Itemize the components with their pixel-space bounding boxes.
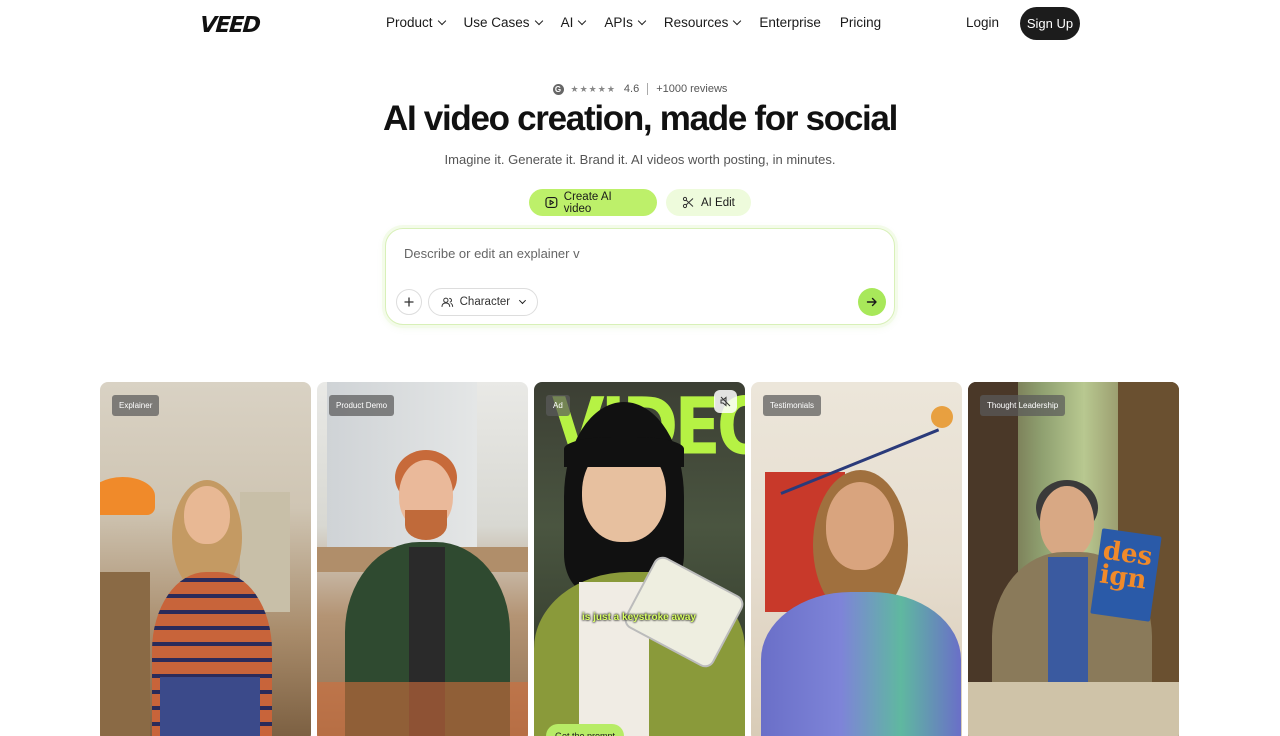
chevron-down-icon [733,16,742,25]
nav-item-label: Product [386,15,433,30]
ai-edit-button[interactable]: AI Edit [666,189,751,216]
card-testimonials[interactable]: Testimonials [751,382,962,736]
create-ai-video-button[interactable]: Create AI video [529,189,657,216]
login-link[interactable]: Login [966,15,999,30]
chevron-down-icon [437,16,446,25]
chevron-down-icon [519,296,527,304]
create-ai-video-label: Create AI video [563,190,612,215]
nav-item-label: AI [560,15,574,30]
page-subtitle: Imagine it. Generate it. Brand it. AI vi… [444,152,836,167]
card-tag: Testimonials [763,395,822,416]
stars-icon: ★★★★★ [570,83,616,94]
nav-item-resources[interactable]: Resources [663,15,742,30]
top-nav: VEED Product Use Cases AI APIs Resources… [0,0,1280,46]
character-select[interactable]: Character [428,288,538,316]
nav-item-use-cases[interactable]: Use Cases [463,15,543,30]
chevron-down-icon [637,16,647,25]
get-the-prompt-button[interactable]: Get the prompt [546,724,625,736]
sparkle-edit-icon [682,196,694,209]
book-graphic: des ign [1090,528,1162,622]
nav-item-label: Resources [663,15,729,30]
video-caption: is just a keystroke away [582,612,696,623]
thought-leadership-video-thumbnail: des ign [968,382,1179,736]
product-demo-video-thumbnail [317,382,528,736]
rating-value: 4.6 [623,83,640,95]
explainer-video-thumbnail [100,382,311,736]
nav-item-apis[interactable]: APIs [604,15,647,30]
nav-item-label: Enterprise [759,15,821,30]
video-play-icon [545,197,558,208]
card-tag: Product Demo [329,395,395,416]
card-tag: Thought Leadership [980,395,1066,416]
ad-video-thumbnail: VIDEOS [534,382,745,736]
prompt-input[interactable]: Describe or edit an explainer v [404,246,580,261]
nav-item-label: APIs [604,15,633,30]
arrow-right-icon [866,297,877,307]
page-title: AI video creation, made for social [382,99,898,138]
nav-item-label: Pricing [839,15,882,30]
card-tag: Ad [546,395,570,416]
rating-row: G ★★★★★ 4.6 +1000 reviews [0,83,1280,95]
character-label: Character [459,296,511,308]
card-thought-leadership[interactable]: des ign Thought Leadership [968,382,1179,736]
prompt-box: Describe or edit an explainer v Characte… [385,228,895,325]
chevron-down-icon [578,16,587,25]
chevron-down-icon [534,16,543,25]
card-explainer[interactable]: Explainer [100,382,311,736]
mode-toggle: Create AI video AI Edit [529,189,751,216]
add-attachment-button[interactable] [396,289,422,315]
video-gallery: Explainer Product Demo VIDEOS Ad [100,382,1179,736]
card-product-demo[interactable]: Product Demo [317,382,528,736]
testimonials-video-thumbnail [751,382,962,736]
nav-item-pricing[interactable]: Pricing [840,15,881,30]
nav-item-label: Use Cases [463,15,530,30]
book-cover-text: des ign [1097,535,1155,596]
nav-item-ai[interactable]: AI [560,15,587,30]
submit-prompt-button[interactable] [858,288,886,316]
reviews-count: +1000 reviews [656,83,728,95]
speaker-muted-icon [720,396,731,407]
plus-icon [404,297,414,307]
google-icon: G [552,83,564,95]
nav-item-enterprise[interactable]: Enterprise [759,15,821,30]
card-ad[interactable]: VIDEOS Ad is just a keystroke away Get t… [534,382,745,736]
nav-links: Product Use Cases AI APIs Resources Ente… [386,15,900,30]
nav-item-product[interactable]: Product [386,15,446,30]
mute-button[interactable] [714,390,737,413]
signup-button[interactable]: Sign Up [1020,7,1080,40]
users-icon [441,297,454,307]
card-tag: Explainer [112,395,160,416]
divider [647,83,649,95]
ai-edit-label: AI Edit [701,196,735,209]
veed-logo[interactable]: VEED [199,13,260,38]
